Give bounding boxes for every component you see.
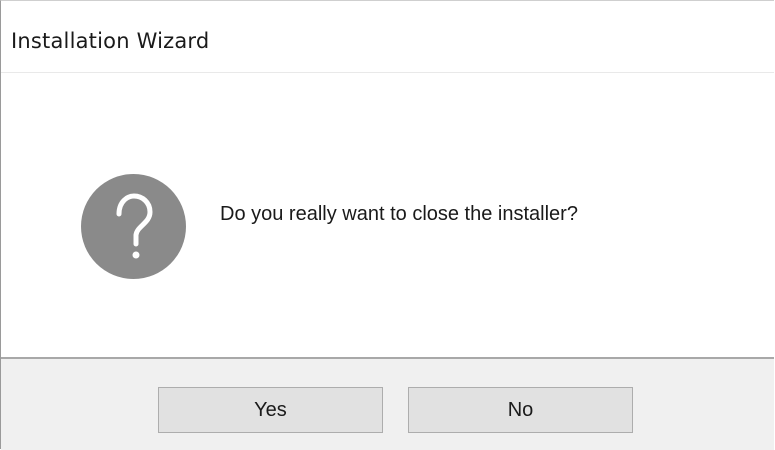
yes-button[interactable]: Yes [158, 387, 383, 433]
no-button[interactable]: No [408, 387, 633, 433]
installation-wizard-dialog: Installation Wizard Do you really want t… [0, 0, 774, 450]
button-bar: Yes No [1, 357, 774, 450]
window-title: Installation Wizard [11, 29, 210, 53]
confirmation-message: Do you really want to close the installe… [220, 203, 578, 225]
title-bar: Installation Wizard [1, 1, 774, 73]
dialog-content: Do you really want to close the installe… [1, 73, 774, 357]
question-mark-icon [81, 174, 186, 279]
